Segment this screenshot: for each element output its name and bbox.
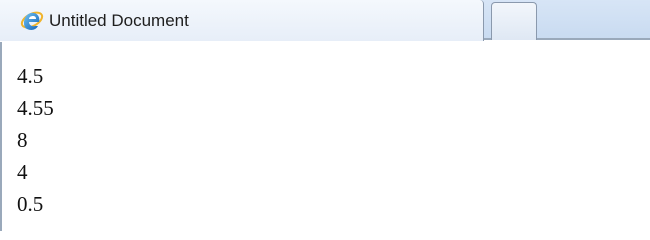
text-line-4: 4	[17, 160, 28, 184]
browser-window: Untitled Document 4.5 4.55 8 4 0.5	[0, 0, 650, 231]
page-content: 4.5 4.55 8 4 0.5	[0, 42, 650, 231]
tab-strip: Untitled Document	[0, 0, 650, 41]
new-tab-button[interactable]	[491, 2, 537, 40]
text-line-3: 8	[17, 128, 28, 152]
internet-explorer-icon	[20, 9, 44, 33]
text-line-1: 4.5	[17, 64, 44, 88]
tab-title: Untitled Document	[49, 10, 189, 30]
text-line-5: 0.5	[17, 192, 44, 216]
text-line-2: 4.55	[17, 96, 54, 120]
tab-untitled-document[interactable]: Untitled Document	[0, 0, 484, 41]
